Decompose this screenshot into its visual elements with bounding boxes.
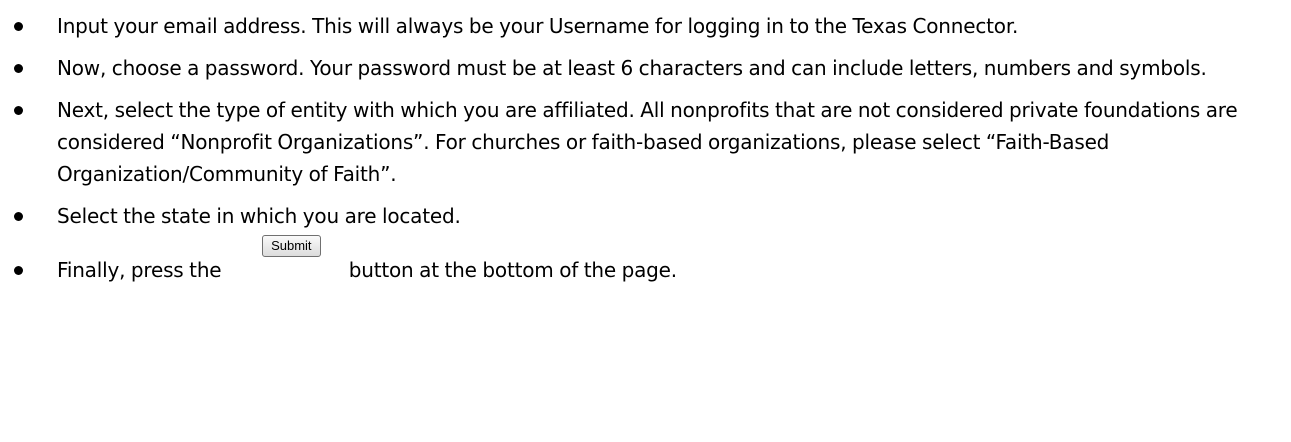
list-item-text: Input your email address. This will alwa… xyxy=(57,14,1019,38)
bullet-icon xyxy=(14,266,23,275)
instruction-list: Input your email address. This will alwa… xyxy=(0,10,1280,296)
list-item-state: Select the state in which you are locate… xyxy=(0,200,1280,232)
list-item-email: Input your email address. This will alwa… xyxy=(0,10,1280,42)
list-item-text-after: button at the bottom of the page. xyxy=(348,258,677,282)
document-page: Input your email address. This will alwa… xyxy=(0,0,1291,442)
list-item-text: Next, select the type of entity with whi… xyxy=(57,98,1238,186)
bullet-icon xyxy=(14,64,23,73)
list-item-text-before: Finally, press the xyxy=(57,258,222,282)
bullet-icon xyxy=(14,22,23,31)
bullet-icon xyxy=(14,212,23,221)
list-item-password: Now, choose a password. Your password mu… xyxy=(0,52,1280,84)
list-item-submit: Finally, press the Submit button at the … xyxy=(0,235,1280,286)
bullet-icon xyxy=(14,106,23,115)
list-item-text: Now, choose a password. Your password mu… xyxy=(57,56,1207,80)
submit-button-image: Submit xyxy=(231,235,339,277)
list-item-entity-type: Next, select the type of entity with whi… xyxy=(0,94,1280,190)
list-item-text: Select the state in which you are locate… xyxy=(57,204,461,228)
submit-button[interactable]: Submit xyxy=(262,235,321,257)
